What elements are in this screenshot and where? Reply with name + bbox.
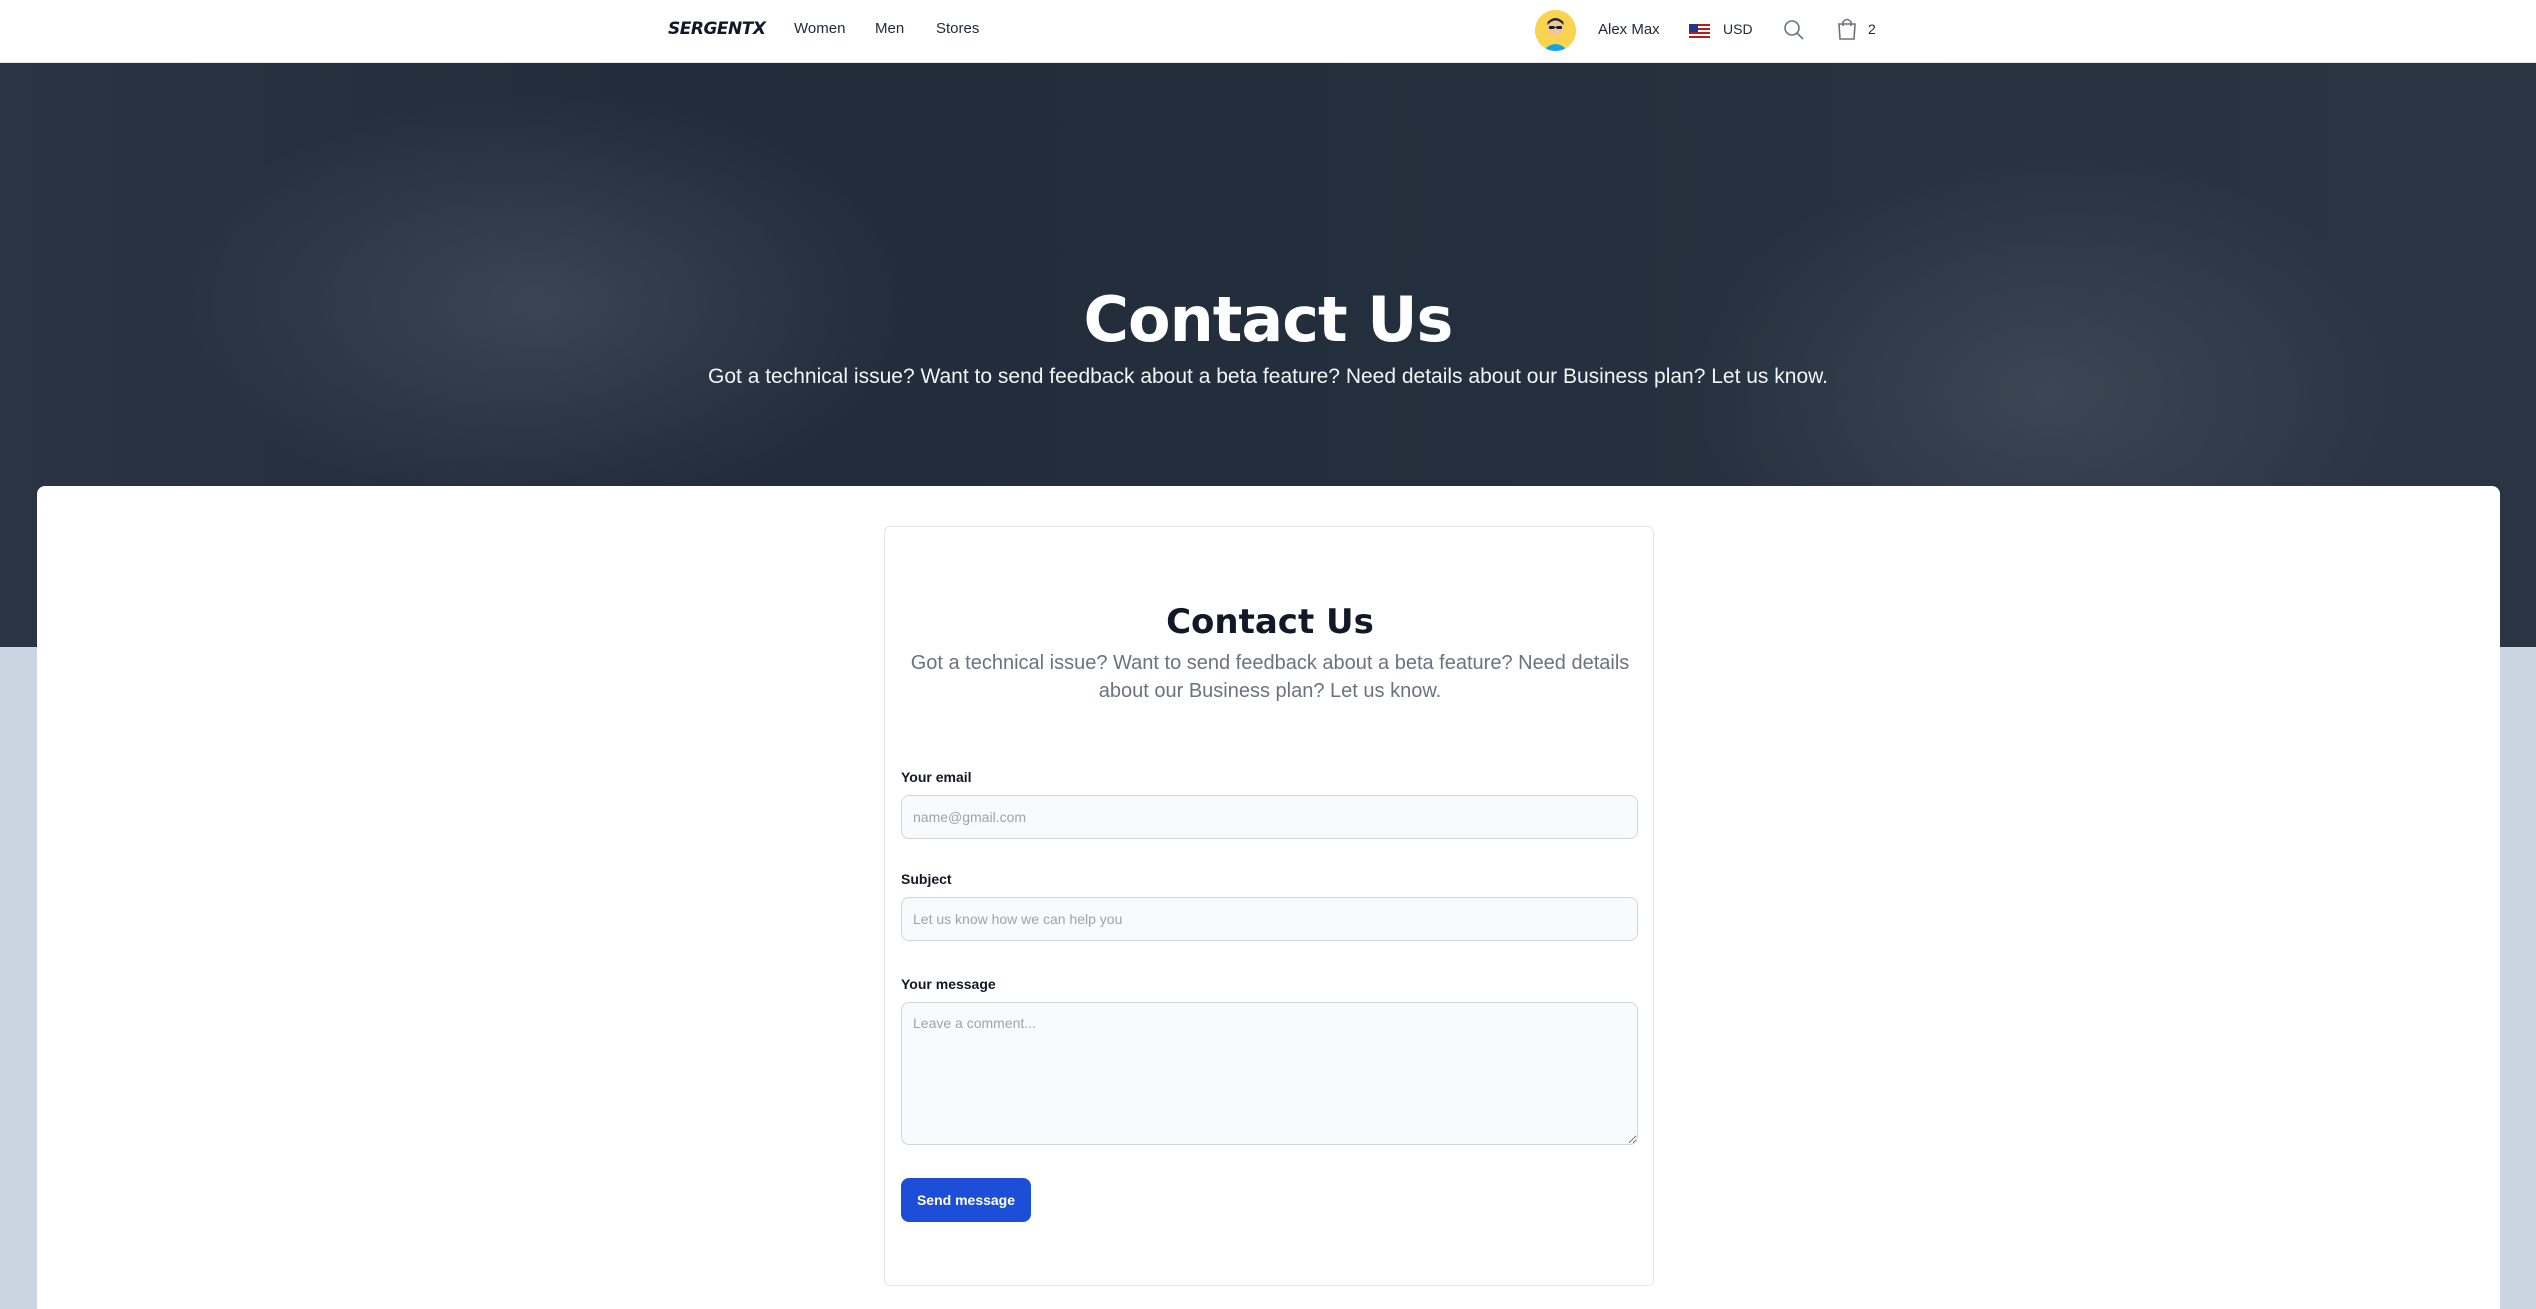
top-navbar: SERGENTX Women Men Stores Alex Max USD 2 [0, 0, 2536, 63]
form-subtitle: Got a technical issue? Want to send feed… [910, 652, 1630, 702]
currency-selector[interactable]: USD [1723, 21, 1753, 37]
email-field[interactable] [901, 795, 1638, 839]
user-name[interactable]: Alex Max [1598, 21, 1660, 38]
nav-link-women[interactable]: Women [794, 20, 845, 37]
search-icon[interactable] [1782, 18, 1806, 42]
send-message-button[interactable]: Send message [901, 1178, 1031, 1222]
cart-count[interactable]: 2 [1868, 21, 1876, 37]
subject-label: Subject [901, 871, 952, 887]
form-title: Contact Us [1166, 602, 1374, 642]
hero-subtitle: Got a technical issue? Want to send feed… [708, 365, 1828, 388]
shopping-bag-icon[interactable] [1836, 17, 1858, 41]
message-field[interactable] [901, 1002, 1638, 1145]
us-flag-icon[interactable] [1689, 24, 1710, 38]
subject-field[interactable] [901, 897, 1638, 941]
content-panel: Contact Us Got a technical issue? Want t… [37, 486, 2500, 1309]
nav-link-men[interactable]: Men [875, 20, 904, 37]
hero-title: Contact Us [1083, 283, 1454, 356]
contact-form: Contact Us Got a technical issue? Want t… [884, 526, 1654, 1286]
avatar-illustration-icon [1535, 10, 1576, 51]
email-label: Your email [901, 769, 972, 785]
user-avatar[interactable] [1535, 10, 1576, 51]
message-label: Your message [901, 976, 996, 992]
nav-link-stores[interactable]: Stores [936, 20, 979, 37]
brand-logo[interactable]: SERGENTX [668, 19, 766, 39]
